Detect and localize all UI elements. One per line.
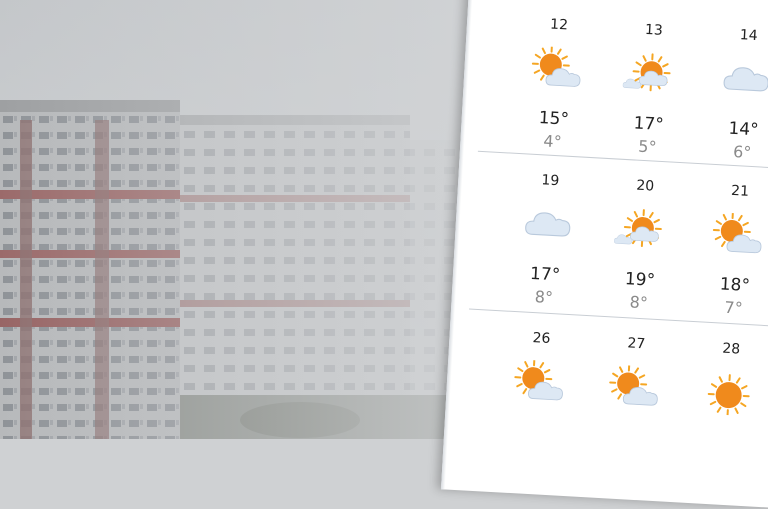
forecast-day: 14 14°6°: [691, 25, 768, 180]
partly-sunny-icon: [510, 359, 568, 406]
day-date: 12: [509, 14, 610, 36]
forecast-day: 12 15°4°: [501, 14, 609, 169]
sunny-icon: [700, 370, 758, 417]
low-temperature: 8°: [588, 290, 689, 315]
high-temperature: 17°: [598, 111, 699, 137]
low-temperature: 4°: [502, 129, 603, 154]
day-date: 27: [586, 333, 687, 355]
partly-sunny-icon: [527, 45, 585, 92]
forecast-day: 13 17°5°: [596, 20, 704, 175]
low-temperature: 7°: [683, 295, 768, 320]
day-date: 19: [500, 170, 601, 192]
day-date: 21: [690, 181, 768, 203]
day-date: 26: [491, 328, 592, 350]
forecast-day: 21 18°7°: [682, 181, 768, 336]
high-temperature: 19°: [589, 267, 690, 293]
high-temperature: 18°: [684, 272, 768, 298]
cloud-icon: [717, 56, 768, 103]
low-temperature: 8°: [493, 285, 594, 310]
partly-sunny-icon: [708, 212, 766, 259]
forecast-day: 28: [673, 338, 768, 493]
low-temperature: 6°: [692, 140, 768, 165]
sun-behind-cloud-icon: [614, 207, 672, 254]
sun-behind-cloud-icon: [622, 51, 680, 98]
forecast-day: 27: [579, 333, 687, 488]
high-temperature: 17°: [495, 262, 596, 288]
day-date: 13: [604, 20, 705, 42]
forecast-day: 26: [484, 328, 592, 483]
high-temperature: 14°: [693, 117, 768, 143]
forecast-day: 19 17°8°: [493, 170, 601, 325]
weather-forecast-card: 12 15°4°13 17°5°14 14°6°19 17°8°20 19°8°…: [441, 0, 768, 509]
partly-sunny-icon: [605, 364, 663, 411]
cloud-icon: [519, 201, 577, 248]
day-date: 28: [681, 338, 768, 360]
day-date: 14: [698, 25, 768, 47]
high-temperature: 15°: [503, 106, 604, 132]
low-temperature: 5°: [597, 134, 698, 159]
forecast-day: 20 19°8°: [587, 175, 695, 330]
day-date: 20: [595, 175, 696, 197]
